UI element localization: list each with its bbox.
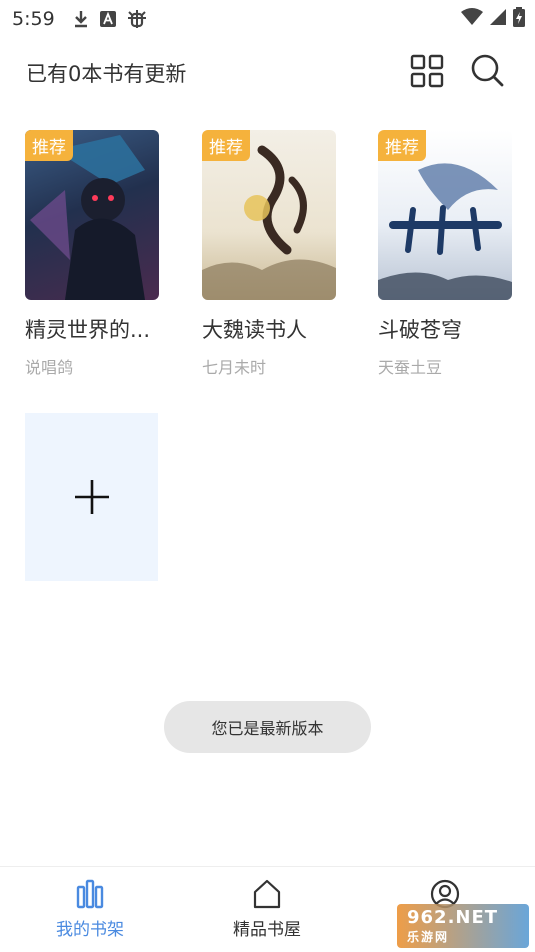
status-time: 5:59 [12, 8, 55, 30]
header: 已有0本书有更新 [0, 48, 535, 98]
status-left-icons [73, 9, 147, 29]
book-item[interactable]: 推荐 斗破苍穹 天蚕土豆 [378, 130, 512, 378]
book-title: 斗破苍穹 [378, 318, 462, 342]
recommend-badge: 推荐 [25, 130, 73, 161]
watermark-line2: 乐游网 [407, 930, 450, 944]
tab-boutique-bookstore[interactable]: 精品书屋 [212, 879, 322, 940]
grid-view-button[interactable] [410, 54, 444, 88]
status-right-icons [461, 7, 525, 27]
download-icon [74, 11, 87, 28]
book-title: 精灵世界的... [25, 318, 151, 342]
watermark-line1: 962.NET [407, 907, 499, 928]
tab-my-bookshelf[interactable]: 我的书架 [35, 879, 145, 940]
add-book-button[interactable] [25, 413, 158, 581]
book-author: 天蚕土豆 [378, 358, 443, 377]
plus-icon [74, 480, 109, 514]
book-title: 大魏读书人 [202, 318, 307, 342]
book-cover[interactable]: 推荐 [25, 130, 159, 300]
watermark-logo: 962.NET 乐游网 [397, 904, 529, 948]
recommend-badge: 推荐 [202, 130, 250, 161]
bug-icon [127, 10, 146, 28]
grid-icon [410, 54, 444, 88]
book-cover[interactable]: 推荐 [378, 130, 512, 300]
book-item[interactable]: 推荐 精灵世界的... 说唱鸽 [25, 130, 159, 378]
house-icon [253, 879, 281, 909]
search-button[interactable] [469, 52, 505, 88]
update-status-title: 已有0本书有更新 [26, 62, 187, 86]
toast-message: 您已是最新版本 [164, 701, 371, 753]
signal-icon [490, 9, 506, 25]
book-item[interactable]: 推荐 大魏读书人 七月未时 [202, 130, 336, 378]
book-cover[interactable]: 推荐 [202, 130, 336, 300]
book-author: 七月未时 [202, 358, 267, 377]
a-badge-icon [99, 11, 116, 27]
wifi-icon [461, 8, 483, 25]
bookshelf-icon [76, 879, 104, 909]
tab-label: 我的书架 [56, 920, 124, 940]
status-bar: 5:59 [0, 0, 535, 38]
search-icon [471, 54, 504, 87]
recommend-badge: 推荐 [378, 130, 426, 161]
tab-label: 精品书屋 [233, 920, 301, 940]
book-author: 说唱鸽 [25, 358, 74, 377]
battery-icon [513, 7, 525, 27]
